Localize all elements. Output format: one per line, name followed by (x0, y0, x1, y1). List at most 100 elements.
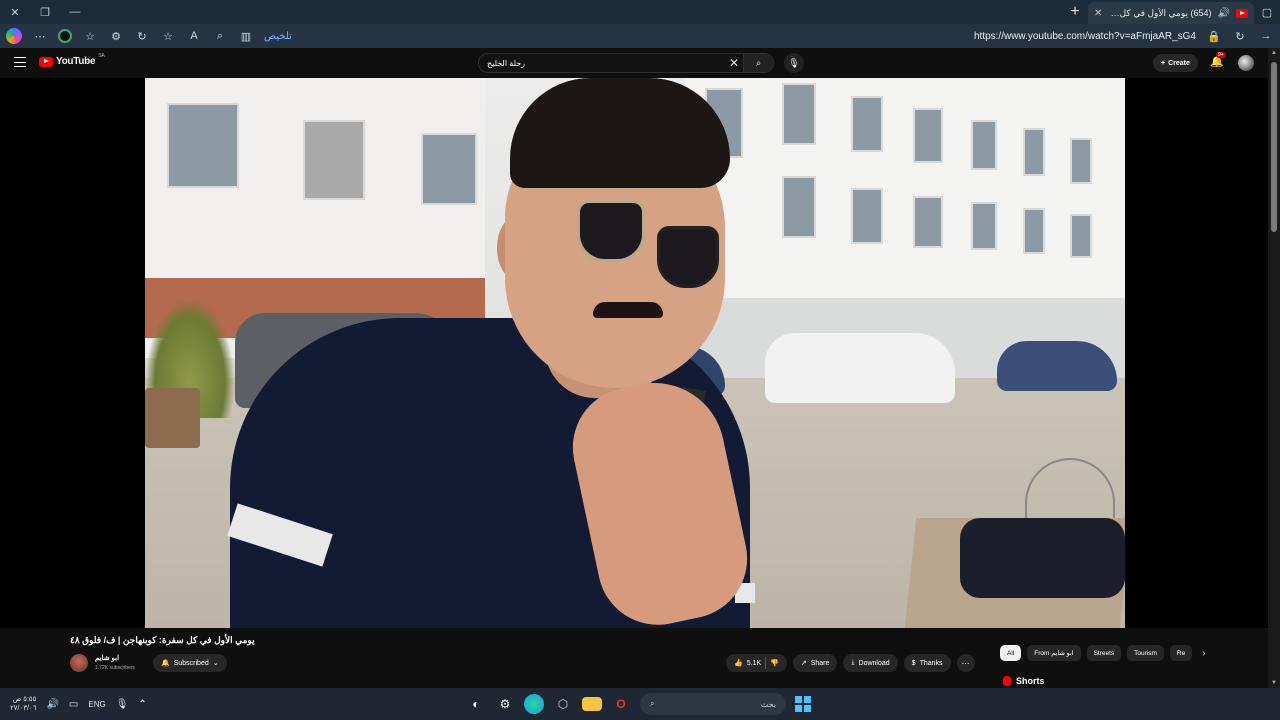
microphone-icon: 🎙 (788, 57, 800, 68)
subscriber-count: 1.72K subscribers (95, 665, 136, 671)
parked-car-blue (997, 341, 1117, 391)
youtube-header: YouTube SA ✕ ⌕ 🎙 + Create 🔔 9+ (0, 48, 1280, 78)
app-icon-recorder[interactable]: ◐ (466, 694, 486, 714)
youtube-logo[interactable]: YouTube SA (39, 53, 105, 67)
youtube-favicon-icon (1236, 8, 1248, 18)
chip-all[interactable]: All (1000, 645, 1022, 661)
volume-icon[interactable]: 🔊 (46, 699, 58, 710)
search-input[interactable] (479, 58, 725, 68)
refresh-icon[interactable]: ↻ (134, 28, 150, 44)
menu-icon[interactable] (14, 57, 26, 67)
plus-icon: + (1161, 59, 1166, 67)
read-aloud-icon[interactable]: A (186, 28, 202, 44)
mustache (593, 302, 663, 318)
shorts-section-header: Shorts (1003, 676, 1045, 686)
tab-actions-icon[interactable]: ▢ (1254, 0, 1280, 24)
copilot-icon[interactable] (6, 28, 22, 44)
tab-close-icon[interactable]: ✕ (1094, 8, 1102, 19)
video-details: يومي الأول في كل سفرة: كوبنهاجن | ف/ فلو… (0, 628, 1268, 688)
thanks-button[interactable]: $ Thanks (903, 654, 951, 672)
parked-car-white (765, 333, 955, 403)
extensions-icon[interactable]: ⚙ (108, 28, 124, 44)
clock-time: ٥:٥٥ ص (12, 696, 37, 703)
browser-tab-strip: ✕ ❐ — + ✕ (654) يومي الأول في كل سفرة 🔊 … (0, 0, 1280, 24)
voice-search-button[interactable]: 🎙 (784, 53, 804, 73)
chevron-down-icon: ⌄ (212, 660, 219, 667)
account-avatar[interactable] (1238, 55, 1254, 71)
video-frame[interactable] (145, 78, 1125, 628)
download-button[interactable]: ⤓ Download (843, 654, 898, 672)
search-icon: ⌕ (650, 699, 655, 708)
profile-avatar[interactable] (58, 29, 72, 43)
speaker-icon[interactable]: 🔊 (1218, 8, 1230, 19)
notifications-button[interactable]: 🔔 9+ (1210, 52, 1226, 68)
network-icon[interactable]: ▭ (69, 699, 78, 710)
zoom-icon[interactable]: ⌕ (212, 28, 228, 44)
windows-start-icon[interactable] (795, 696, 811, 712)
lock-icon[interactable]: 🔒 (1206, 28, 1222, 44)
app-icon-file-explorer[interactable] (582, 697, 602, 711)
forward-icon[interactable]: → (1258, 28, 1274, 44)
create-button[interactable]: + Create (1153, 54, 1198, 72)
address-bar-url[interactable]: https://www.youtube.com/watch?v=aFmjaAR_… (302, 31, 1196, 42)
page-scrollbar[interactable]: ▲ ▼ (1268, 48, 1280, 688)
chip-tourism[interactable]: Tourism (1127, 645, 1164, 661)
search-button[interactable]: ⌕ (743, 54, 773, 72)
thumbs-down-icon[interactable]: 👎 (770, 659, 779, 667)
search-box: ✕ ⌕ (478, 53, 774, 73)
favorites-icon[interactable]: ☆ (82, 28, 98, 44)
more-actions-icon[interactable]: ⋯ (956, 654, 975, 672)
share-button[interactable]: ↗ Share (792, 654, 838, 672)
thumbs-up-icon[interactable]: 👍 (734, 659, 743, 667)
dark-jacket (960, 518, 1125, 598)
app-icon-opera[interactable]: O (611, 694, 631, 714)
video-player[interactable] (0, 78, 1268, 628)
windows-taskbar: ٥:٥٥ ص ٢٧/٠٣/٠٦ 🔊 ▭ ENG 🎙 ⌃ ◐ ⚙ ⬡ O بحث … (0, 688, 1280, 720)
scroll-up-icon[interactable]: ▲ (1270, 50, 1278, 56)
search-icon: ⌕ (755, 57, 762, 69)
subscribed-button[interactable]: 🔔 Subscribed ⌄ (153, 654, 227, 672)
channel-avatar[interactable] (70, 654, 88, 672)
app-icon-edge[interactable] (524, 694, 544, 714)
summarize-button[interactable]: تلخيص (264, 31, 292, 42)
bell-icon: 🔔 (161, 660, 170, 667)
minimize-window-icon[interactable]: — (60, 0, 90, 24)
add-favorite-icon[interactable]: ☆ (160, 28, 176, 44)
scroll-down-icon[interactable]: ▼ (1270, 680, 1278, 686)
close-window-icon[interactable]: ✕ (0, 0, 30, 24)
chip-partial[interactable]: Re (1169, 645, 1193, 661)
channel-name[interactable]: ابو شايم (95, 654, 119, 662)
reload-icon[interactable]: ↻ (1232, 28, 1248, 44)
chevron-right-icon[interactable]: › (1202, 648, 1205, 659)
clear-search-icon[interactable]: ✕ (725, 56, 743, 70)
new-tab-button[interactable]: + (1062, 0, 1088, 24)
thanks-icon: $ (911, 659, 916, 667)
restore-window-icon[interactable]: ❐ (30, 0, 60, 24)
chip-streets[interactable]: Streets (1086, 645, 1122, 661)
app-icon-steam[interactable]: ⚙ (495, 694, 515, 714)
clock-date: ٢٧/٠٣/٠٦ (10, 705, 37, 712)
chip-from-channel[interactable]: From ابو شايم (1027, 645, 1081, 661)
tab-title: (654) يومي الأول في كل سفرة (1108, 7, 1212, 18)
scrollbar-thumb[interactable] (1271, 62, 1277, 232)
clock[interactable]: ٥:٥٥ ص ٢٧/٠٣/٠٦ (10, 695, 36, 713)
video-actions: 👍 5.1K 👎 ↗ Share ⤓ Download $ Thanks ⋯ (726, 654, 975, 672)
taskbar-search[interactable]: بحث ⌕ (640, 693, 786, 715)
like-dislike-button[interactable]: 👍 5.1K 👎 (726, 654, 787, 672)
download-icon: ⤓ (851, 659, 855, 666)
browser-tab-active[interactable]: ✕ (654) يومي الأول في كل سفرة 🔊 (1088, 2, 1254, 24)
app-icon-cube[interactable]: ⬡ (553, 694, 573, 714)
taskbar-apps: ◐ ⚙ ⬡ O بحث ⌕ (466, 692, 811, 716)
bench (145, 388, 200, 448)
sunglasses-right-lens (657, 226, 719, 288)
chevron-up-icon[interactable]: ⌃ (138, 699, 146, 710)
sunglasses-left-lens (577, 200, 645, 262)
more-menu-icon[interactable]: ⋯ (32, 28, 48, 44)
browser-toolbar: ⋯ ☆ ⚙ ↻ ☆ A ⌕ ▥ تلخيص https://www.youtub… (0, 24, 1280, 48)
microphone-icon[interactable]: 🎙 (116, 699, 129, 710)
system-tray: ٥:٥٥ ص ٢٧/٠٣/٠٦ 🔊 ▭ ENG 🎙 ⌃ (10, 688, 147, 720)
split-screen-icon[interactable]: ▥ (238, 28, 254, 44)
shorts-icon (1003, 676, 1011, 686)
video-title: يومي الأول في كل سفرة: كوبنهاجن | ف/ فلو… (70, 635, 255, 645)
language-indicator[interactable]: ENG (88, 700, 105, 709)
